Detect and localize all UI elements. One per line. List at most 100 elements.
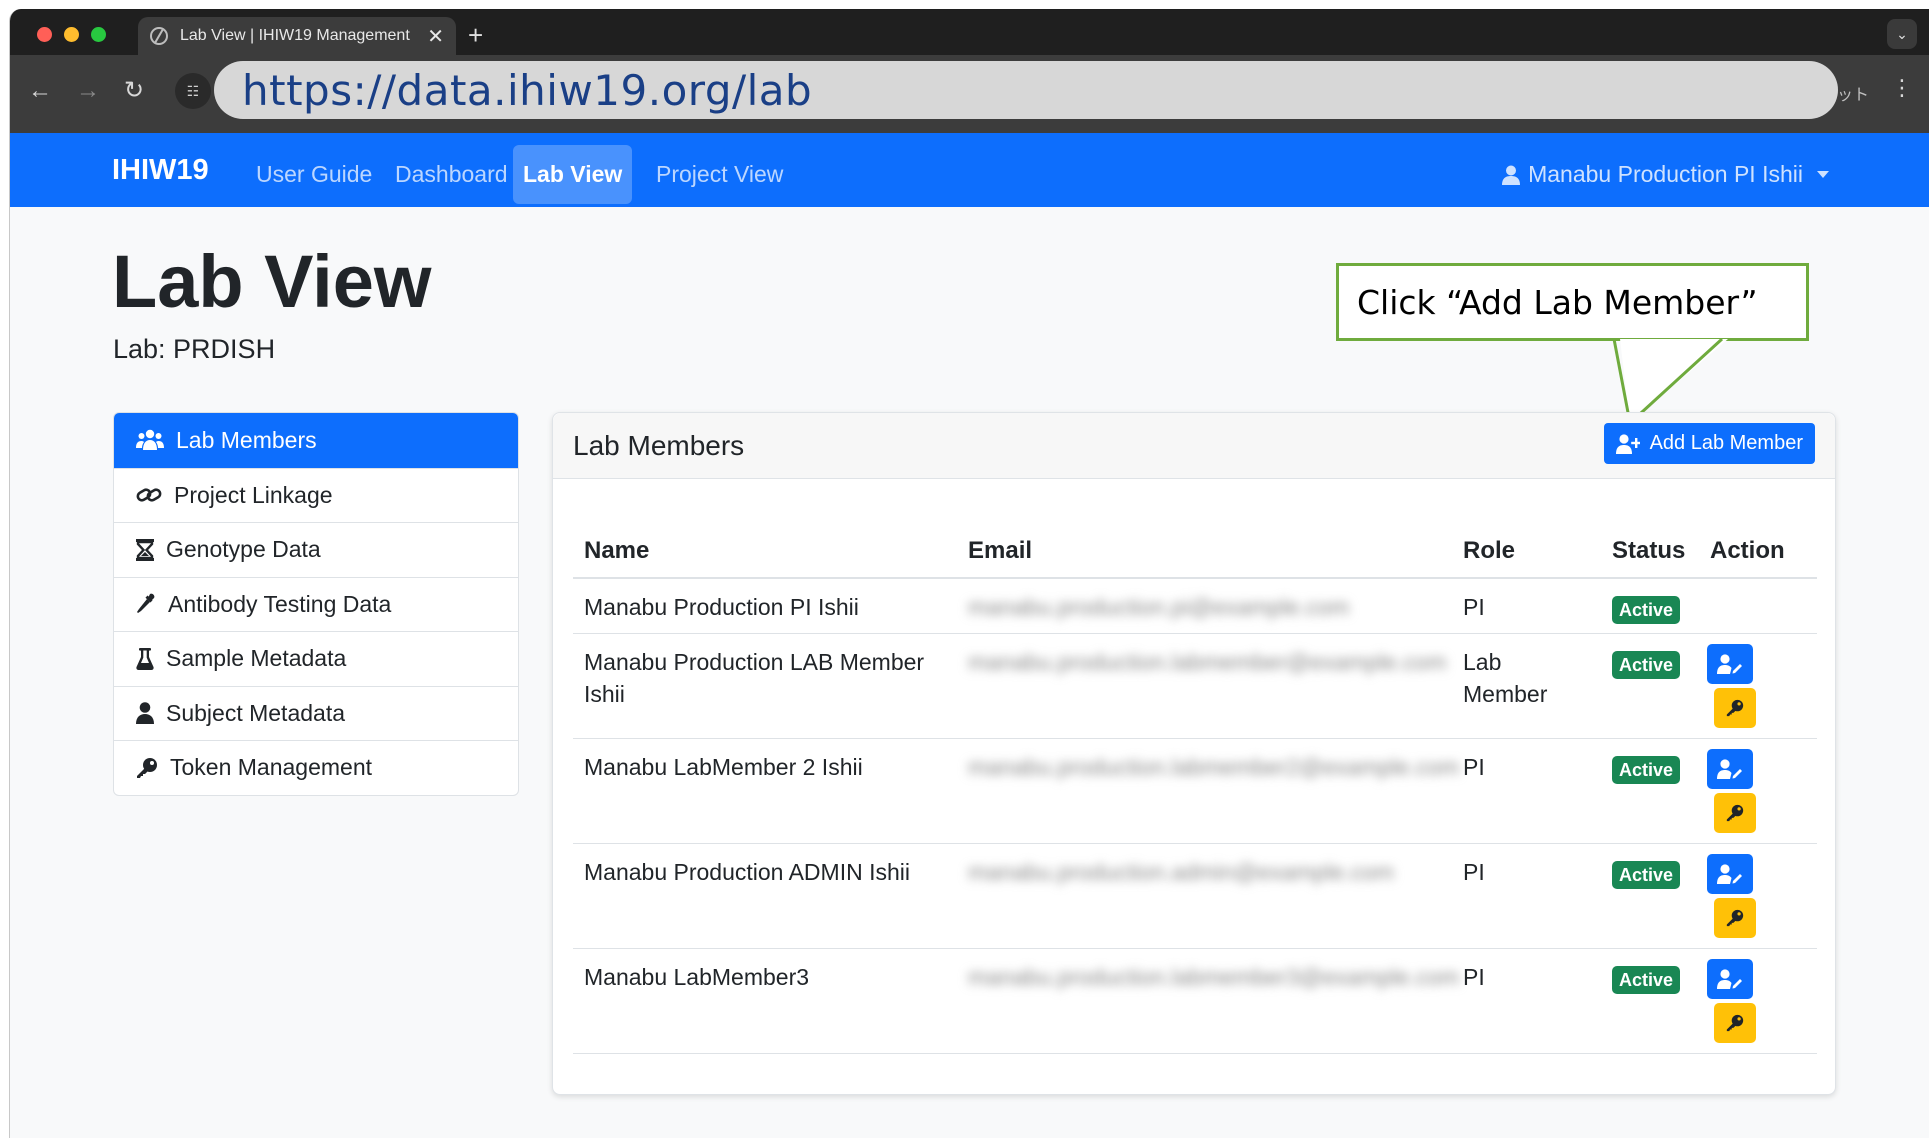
sidebar-item-token-management[interactable]: Token Management	[114, 740, 518, 795]
table-row: Manabu LabMember3 manabu.production.labm…	[573, 949, 1817, 1054]
member-role: PI	[1463, 859, 1485, 885]
member-email: manabu.production.labmember@example.com	[968, 649, 1447, 675]
status-badge-label: Active	[1612, 651, 1681, 679]
column-header-status[interactable]: Status	[1612, 537, 1685, 565]
member-role: Lab Member	[1463, 649, 1548, 707]
card-header: Lab Members Add Lab Member	[553, 413, 1835, 479]
sidebar-item-label: Antibody Testing Data	[168, 590, 392, 617]
nav-dashboard[interactable]: Dashboard	[385, 153, 518, 207]
member-name: Manabu LabMember3	[584, 964, 810, 990]
instruction-callout: Click “Add Lab Member”	[1336, 263, 1809, 341]
token-key-button[interactable]	[1714, 793, 1756, 833]
nav-user-guide-label: User Guide	[256, 161, 373, 187]
sidebar-item-genotype-data[interactable]: Genotype Data	[114, 522, 518, 577]
key-icon	[1726, 804, 1744, 822]
browser-toolbar: ← → ↻ ☷ https://data.ihiw19.org/lab ット ⋮	[10, 55, 1929, 133]
key-icon	[1726, 1014, 1744, 1032]
forward-arrow-icon[interactable]: →	[76, 79, 100, 103]
nav-lab-view[interactable]: Lab View	[513, 145, 633, 204]
status-badge: Active	[1612, 962, 1681, 994]
lab-label: Lab: PRDISH	[113, 334, 276, 364]
column-header-role[interactable]: Role	[1463, 537, 1563, 565]
token-key-button[interactable]	[1714, 688, 1756, 728]
hourglass-icon	[136, 538, 154, 561]
user-edit-icon	[1717, 864, 1742, 884]
address-bar[interactable]: https://data.ihiw19.org/lab	[214, 61, 1838, 119]
lab-members-card: Lab Members Add Lab Member Name Email Ro…	[552, 412, 1836, 1095]
status-badge: Active	[1612, 752, 1681, 784]
kebab-menu-icon[interactable]: ⋮	[1891, 75, 1913, 101]
member-email: manabu.production.labmember3@example.com	[968, 964, 1460, 990]
column-header-action: Action	[1710, 537, 1785, 564]
user-menu-dropdown[interactable]: Manabu Production PI Ishii	[1502, 161, 1829, 188]
user-icon	[1502, 165, 1521, 185]
status-badge: Active	[1612, 857, 1681, 889]
maximize-window-button[interactable]	[91, 27, 106, 42]
eyedropper-icon	[137, 593, 155, 614]
edit-member-button[interactable]	[1707, 749, 1753, 789]
member-email: manabu.production.labmember2@example.com	[968, 754, 1460, 780]
sidebar-item-label: Lab Members	[176, 426, 317, 453]
browser-window: Lab View | IHIW19 Management ✕ + ⌄ ← → ↻…	[9, 9, 1929, 1138]
browser-tab-active[interactable]: Lab View | IHIW19 Management ✕	[138, 17, 456, 55]
lab-sidebar: Lab Members Project Linkage Genotype Dat…	[113, 412, 519, 796]
flask-icon	[136, 647, 154, 670]
column-header-email[interactable]: Email	[968, 537, 1378, 565]
edit-member-button[interactable]	[1707, 854, 1753, 894]
page-title: Lab View	[112, 240, 432, 323]
key-icon	[1726, 909, 1744, 927]
back-arrow-icon[interactable]: ←	[28, 79, 52, 103]
tab-title: Lab View | IHIW19 Management	[180, 27, 410, 44]
site-info-icon[interactable]: ☷	[175, 73, 211, 109]
table-header: Name Email Role Status Action	[573, 523, 1817, 579]
sidebar-item-antibody-testing-data[interactable]: Antibody Testing Data	[114, 576, 518, 632]
nav-lab-view-label: Lab View	[513, 145, 633, 204]
sidebar-item-label: Genotype Data	[166, 536, 321, 563]
close-window-button[interactable]	[37, 27, 52, 42]
callout-text: Click “Add Lab Member”	[1357, 282, 1758, 322]
globe-icon	[150, 27, 168, 45]
member-email: manabu.production.admin@example.com	[968, 859, 1395, 885]
link-icon	[136, 488, 162, 502]
token-key-button[interactable]	[1714, 1003, 1756, 1043]
nav-user-guide[interactable]: User Guide	[246, 153, 382, 207]
status-badge-label: Active	[1612, 596, 1681, 624]
new-tab-button[interactable]: +	[468, 22, 483, 48]
status-badge: Active	[1612, 592, 1681, 624]
users-icon	[136, 430, 164, 451]
user-icon	[136, 702, 154, 725]
sidebar-item-label: Subject Metadata	[166, 699, 346, 726]
minimize-window-button[interactable]	[64, 27, 79, 42]
table-row: Manabu Production LAB Member Ishii manab…	[573, 634, 1817, 739]
nav-project-view[interactable]: Project View	[646, 153, 793, 207]
key-icon	[1726, 699, 1744, 717]
nav-dashboard-label: Dashboard	[395, 161, 508, 187]
status-badge-label: Active	[1612, 861, 1681, 889]
token-key-button[interactable]	[1714, 898, 1756, 938]
sidebar-item-project-linkage[interactable]: Project Linkage	[114, 467, 518, 523]
sidebar-item-lab-members[interactable]: Lab Members	[114, 413, 518, 468]
member-name: Manabu Production LAB Member Ishii	[584, 649, 925, 707]
edit-member-button[interactable]	[1707, 959, 1753, 999]
column-header-name[interactable]: Name	[584, 537, 954, 565]
add-lab-member-button[interactable]: Add Lab Member	[1603, 423, 1815, 464]
user-edit-icon	[1717, 759, 1742, 779]
member-name: Manabu LabMember 2 Ishii	[584, 754, 863, 780]
member-name: Manabu Production ADMIN Ishii	[584, 859, 910, 885]
table-row: Manabu LabMember 2 Ishii manabu.producti…	[573, 739, 1817, 844]
reload-icon[interactable]: ↻	[124, 79, 144, 103]
table-row: Manabu Production ADMIN Ishii manabu.pro…	[573, 844, 1817, 949]
member-email: manabu.production.pi@example.com	[968, 594, 1350, 620]
sidebar-item-subject-metadata[interactable]: Subject Metadata	[114, 685, 518, 741]
tab-search-button[interactable]: ⌄	[1887, 19, 1917, 49]
tab-close-icon[interactable]: ✕	[427, 24, 444, 49]
navbar-brand[interactable]: IHIW19	[112, 154, 209, 187]
status-badge-label: Active	[1612, 756, 1681, 784]
site-navbar: IHIW19 User Guide Dashboard Lab View Pro…	[10, 133, 1929, 207]
member-role: PI	[1463, 964, 1485, 990]
add-lab-member-label: Add Lab Member	[1649, 432, 1803, 454]
edit-member-button[interactable]	[1707, 644, 1753, 684]
sidebar-item-sample-metadata[interactable]: Sample Metadata	[114, 631, 518, 686]
browser-tabstrip: Lab View | IHIW19 Management ✕ + ⌄	[10, 9, 1929, 55]
toolbar-extension[interactable]: ット	[1837, 81, 1869, 105]
